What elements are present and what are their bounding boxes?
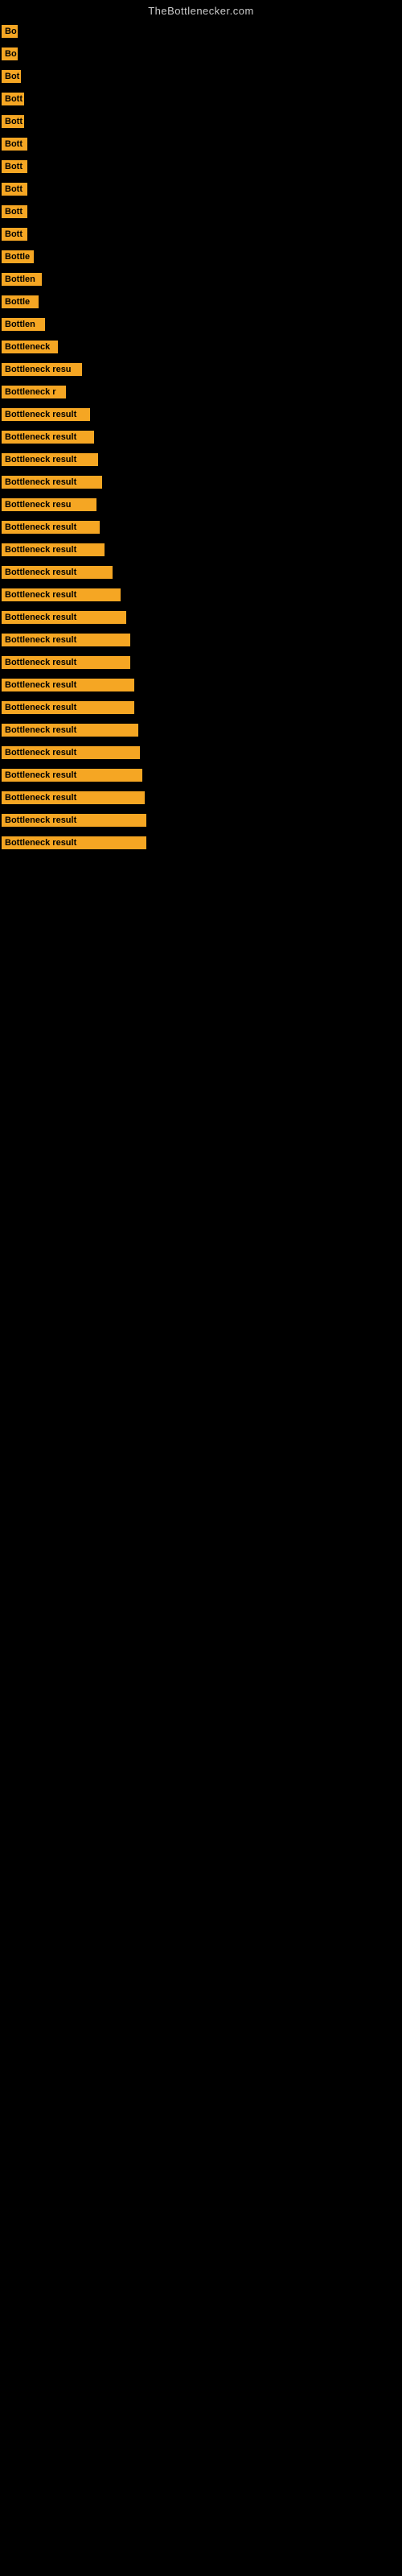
bar-row: Bo [0, 20, 402, 43]
bar-label: Bottleneck [2, 341, 58, 353]
bar-row: Bottleneck resu [0, 358, 402, 381]
bar-label: Bottleneck result [2, 634, 130, 646]
bar-row: Bottleneck result [0, 809, 402, 832]
bar-row: Bottlen [0, 313, 402, 336]
bar-label: Bottleneck result [2, 408, 90, 421]
bar-row: Bottleneck result [0, 516, 402, 539]
bar-label: Bottleneck result [2, 476, 102, 489]
bar-row: Bott [0, 155, 402, 178]
bar-label: Bottleneck result [2, 701, 134, 714]
bar-label: Bottlen [2, 318, 45, 331]
bar-row: Bottleneck r [0, 381, 402, 403]
bar-row: Bot [0, 65, 402, 88]
bar-row: Bott [0, 223, 402, 246]
bar-label: Bottleneck r [2, 386, 66, 398]
bar-label: Bottleneck resu [2, 498, 96, 511]
bar-row: Bottleneck [0, 336, 402, 358]
bar-label: Bottleneck result [2, 769, 142, 782]
bar-label: Bottleneck result [2, 521, 100, 534]
bar-label: Bott [2, 228, 27, 241]
bar-row: Bottleneck result [0, 561, 402, 584]
bar-label: Bott [2, 183, 27, 196]
bar-label: Bottleneck result [2, 431, 94, 444]
bar-label: Bottle [2, 250, 34, 263]
bar-row: Bott [0, 110, 402, 133]
bar-label: Bottleneck resu [2, 363, 82, 376]
bar-label: Bottleneck result [2, 656, 130, 669]
bar-row: Bottleneck result [0, 584, 402, 606]
bar-row: Bottlen [0, 268, 402, 291]
bar-row: Bottleneck result [0, 426, 402, 448]
bar-row: Bottleneck result [0, 606, 402, 629]
bar-label: Bottleneck result [2, 724, 138, 737]
bar-label: Bottleneck result [2, 611, 126, 624]
bar-row: Bottleneck result [0, 448, 402, 471]
bar-label: Bottlen [2, 273, 42, 286]
bar-label: Bottleneck result [2, 836, 146, 849]
bar-label: Bottleneck result [2, 588, 121, 601]
bar-label: Bott [2, 93, 24, 105]
bar-row: Bottleneck result [0, 674, 402, 696]
bar-label: Bottleneck result [2, 746, 140, 759]
bar-label: Bo [2, 25, 18, 38]
bar-row: Bo [0, 43, 402, 65]
bar-label: Bot [2, 70, 21, 83]
bar-row: Bottle [0, 291, 402, 313]
bar-row: Bottleneck result [0, 764, 402, 786]
bar-row: Bottleneck result [0, 403, 402, 426]
bar-label: Bott [2, 115, 24, 128]
bar-label: Bottleneck result [2, 566, 113, 579]
bar-label: Bott [2, 138, 27, 151]
bar-label: Bottleneck result [2, 791, 145, 804]
bar-row: Bottleneck result [0, 629, 402, 651]
bar-row: Bottleneck result [0, 539, 402, 561]
bar-row: Bottleneck result [0, 786, 402, 809]
bar-row: Bottleneck result [0, 719, 402, 741]
bar-row: Bottleneck result [0, 696, 402, 719]
bar-row: Bott [0, 178, 402, 200]
bar-label: Bo [2, 47, 18, 60]
bar-row: Bottle [0, 246, 402, 268]
bar-label: Bott [2, 205, 27, 218]
bar-label: Bottleneck result [2, 543, 105, 556]
bar-label: Bottle [2, 295, 39, 308]
bar-row: Bott [0, 133, 402, 155]
site-title: TheBottlenecker.com [0, 0, 402, 20]
bar-row: Bottleneck result [0, 741, 402, 764]
bar-row: Bott [0, 88, 402, 110]
bar-row: Bottleneck result [0, 471, 402, 493]
bar-label: Bott [2, 160, 27, 173]
bar-row: Bott [0, 200, 402, 223]
bar-row: Bottleneck result [0, 651, 402, 674]
bar-row: Bottleneck resu [0, 493, 402, 516]
bars-container: Bo Bo Bot Bott Bott Bott Bott Bott Bott Bott Bottl… [0, 20, 402, 854]
bar-label: Bottleneck result [2, 679, 134, 691]
bar-label: Bottleneck result [2, 453, 98, 466]
bar-row: Bottleneck result [0, 832, 402, 854]
bar-label: Bottleneck result [2, 814, 146, 827]
